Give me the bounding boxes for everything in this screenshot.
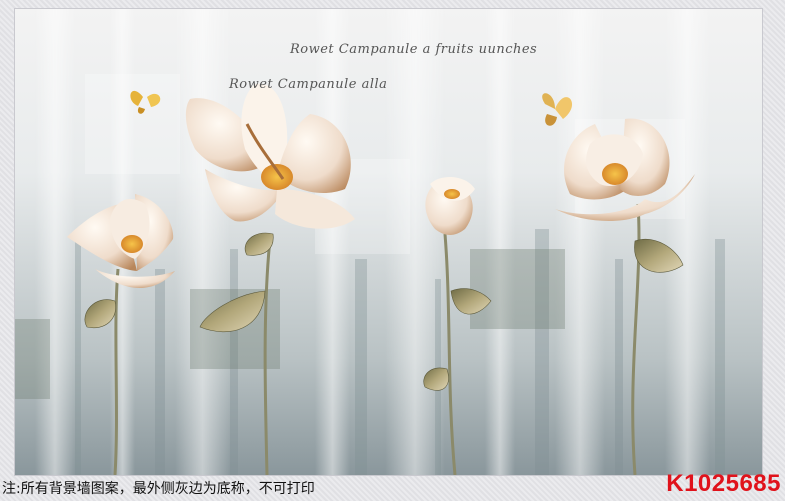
wallpaper-artwork: Rowet Campanule a fruits uunches Rowet C… [15,9,762,475]
artwork-canvas [15,9,762,475]
artwork-script-text-2: Rowet Campanule alla [229,77,388,92]
artwork-script-text-1: Rowet Campanule a fruits uunches [290,42,538,57]
product-code: K1025685 [666,470,781,497]
print-notice: 注:所有背景墙图案，最外侧灰边为底称，不可打印 [2,481,315,497]
